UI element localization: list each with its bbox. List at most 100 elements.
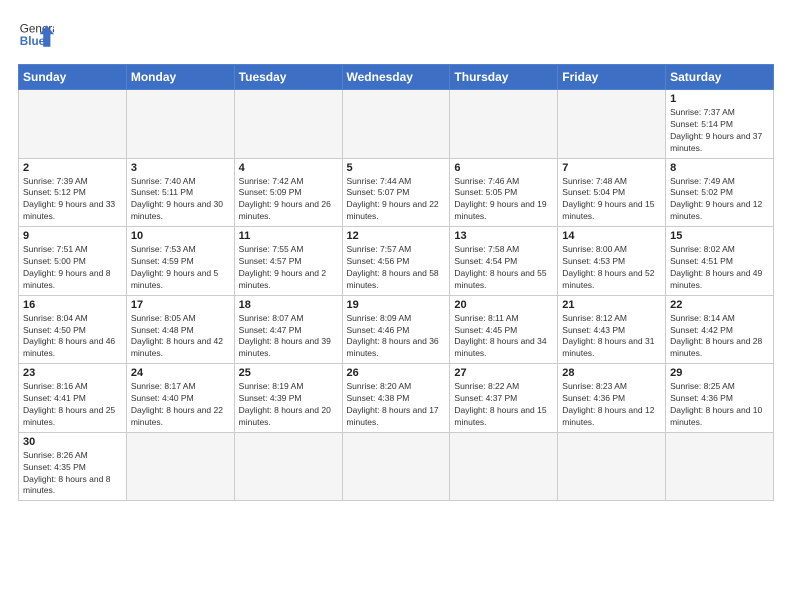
day-number: 14 (562, 230, 661, 242)
calendar-cell: 20 Sunrise: 8:11 AM Sunset: 4:45 PM Dayli… (450, 295, 558, 364)
calendar-cell: 25 Sunrise: 8:19 AM Sunset: 4:39 PM Dayli… (234, 364, 342, 433)
calendar-cell: 17 Sunrise: 8:05 AM Sunset: 4:48 PM Dayli… (126, 295, 234, 364)
calendar-cell: 24 Sunrise: 8:17 AM Sunset: 4:40 PM Dayli… (126, 364, 234, 433)
weekday-header-thursday: Thursday (450, 65, 558, 90)
calendar-cell (342, 432, 450, 501)
calendar-cell: 15 Sunrise: 8:02 AM Sunset: 4:51 PM Dayli… (666, 227, 774, 296)
day-info: Sunrise: 8:05 AM Sunset: 4:48 PM Dayligh… (131, 313, 230, 361)
day-info: Sunrise: 8:14 AM Sunset: 4:42 PM Dayligh… (670, 313, 769, 361)
day-info: Sunrise: 8:22 AM Sunset: 4:37 PM Dayligh… (454, 381, 553, 429)
day-number: 25 (239, 367, 338, 379)
calendar-week-row: 1 Sunrise: 7:37 AM Sunset: 5:14 PM Daylig… (19, 90, 774, 159)
calendar-cell: 29 Sunrise: 8:25 AM Sunset: 4:36 PM Dayli… (666, 364, 774, 433)
day-info: Sunrise: 7:57 AM Sunset: 4:56 PM Dayligh… (347, 244, 446, 292)
calendar-cell (450, 90, 558, 159)
day-info: Sunrise: 8:04 AM Sunset: 4:50 PM Dayligh… (23, 313, 122, 361)
day-number: 8 (670, 162, 769, 174)
logo: General Blue (18, 18, 54, 54)
day-number: 28 (562, 367, 661, 379)
calendar-cell: 4 Sunrise: 7:42 AM Sunset: 5:09 PM Daylig… (234, 158, 342, 227)
calendar-cell: 14 Sunrise: 8:00 AM Sunset: 4:53 PM Dayli… (558, 227, 666, 296)
page-header: General Blue (18, 18, 774, 54)
weekday-header-row: SundayMondayTuesdayWednesdayThursdayFrid… (19, 65, 774, 90)
day-info: Sunrise: 8:17 AM Sunset: 4:40 PM Dayligh… (131, 381, 230, 429)
calendar-cell: 30 Sunrise: 8:26 AM Sunset: 4:35 PM Dayli… (19, 432, 127, 501)
day-number: 30 (23, 436, 122, 448)
day-info: Sunrise: 7:40 AM Sunset: 5:11 PM Dayligh… (131, 176, 230, 224)
day-number: 13 (454, 230, 553, 242)
calendar-cell (558, 432, 666, 501)
day-info: Sunrise: 8:19 AM Sunset: 4:39 PM Dayligh… (239, 381, 338, 429)
calendar-cell (234, 90, 342, 159)
day-info: Sunrise: 8:11 AM Sunset: 4:45 PM Dayligh… (454, 313, 553, 361)
day-number: 16 (23, 299, 122, 311)
calendar-cell: 7 Sunrise: 7:48 AM Sunset: 5:04 PM Daylig… (558, 158, 666, 227)
day-number: 6 (454, 162, 553, 174)
calendar-cell: 21 Sunrise: 8:12 AM Sunset: 4:43 PM Dayli… (558, 295, 666, 364)
weekday-header-saturday: Saturday (666, 65, 774, 90)
calendar-week-row: 30 Sunrise: 8:26 AM Sunset: 4:35 PM Dayli… (19, 432, 774, 501)
calendar-cell (342, 90, 450, 159)
day-number: 4 (239, 162, 338, 174)
weekday-header-sunday: Sunday (19, 65, 127, 90)
day-info: Sunrise: 8:07 AM Sunset: 4:47 PM Dayligh… (239, 313, 338, 361)
calendar-cell: 2 Sunrise: 7:39 AM Sunset: 5:12 PM Daylig… (19, 158, 127, 227)
day-info: Sunrise: 7:39 AM Sunset: 5:12 PM Dayligh… (23, 176, 122, 224)
day-number: 1 (670, 93, 769, 105)
day-number: 9 (23, 230, 122, 242)
day-info: Sunrise: 8:16 AM Sunset: 4:41 PM Dayligh… (23, 381, 122, 429)
day-info: Sunrise: 8:20 AM Sunset: 4:38 PM Dayligh… (347, 381, 446, 429)
calendar-cell: 28 Sunrise: 8:23 AM Sunset: 4:36 PM Dayli… (558, 364, 666, 433)
day-number: 27 (454, 367, 553, 379)
weekday-header-wednesday: Wednesday (342, 65, 450, 90)
calendar-cell (666, 432, 774, 501)
day-number: 19 (347, 299, 446, 311)
day-number: 17 (131, 299, 230, 311)
calendar-cell (558, 90, 666, 159)
day-number: 12 (347, 230, 446, 242)
day-number: 26 (347, 367, 446, 379)
calendar-cell (126, 90, 234, 159)
day-info: Sunrise: 8:25 AM Sunset: 4:36 PM Dayligh… (670, 381, 769, 429)
calendar-cell: 5Sunrise: 7:44 AM Sunset: 5:07 PM Daylig… (342, 158, 450, 227)
calendar-cell: 6Sunrise: 7:46 AM Sunset: 5:05 PM Daylig… (450, 158, 558, 227)
calendar-cell: 26 Sunrise: 8:20 AM Sunset: 4:38 PM Dayli… (342, 364, 450, 433)
calendar-cell (126, 432, 234, 501)
day-number: 15 (670, 230, 769, 242)
day-info: Sunrise: 7:51 AM Sunset: 5:00 PM Dayligh… (23, 244, 122, 292)
calendar-cell: 3Sunrise: 7:40 AM Sunset: 5:11 PM Daylig… (126, 158, 234, 227)
day-number: 20 (454, 299, 553, 311)
day-info: Sunrise: 7:53 AM Sunset: 4:59 PM Dayligh… (131, 244, 230, 292)
day-number: 5 (347, 162, 446, 174)
calendar-cell: 16 Sunrise: 8:04 AM Sunset: 4:50 PM Dayli… (19, 295, 127, 364)
day-number: 21 (562, 299, 661, 311)
day-info: Sunrise: 8:26 AM Sunset: 4:35 PM Dayligh… (23, 450, 122, 498)
day-info: Sunrise: 7:49 AM Sunset: 5:02 PM Dayligh… (670, 176, 769, 224)
calendar-cell: 1 Sunrise: 7:37 AM Sunset: 5:14 PM Daylig… (666, 90, 774, 159)
calendar-cell: 23Sunrise: 8:16 AM Sunset: 4:41 PM Dayli… (19, 364, 127, 433)
calendar-cell: 11Sunrise: 7:55 AM Sunset: 4:57 PM Dayli… (234, 227, 342, 296)
calendar-cell: 8 Sunrise: 7:49 AM Sunset: 5:02 PM Daylig… (666, 158, 774, 227)
day-info: Sunrise: 7:55 AM Sunset: 4:57 PM Dayligh… (239, 244, 338, 292)
day-info: Sunrise: 7:48 AM Sunset: 5:04 PM Dayligh… (562, 176, 661, 224)
calendar-cell: 27 Sunrise: 8:22 AM Sunset: 4:37 PM Dayli… (450, 364, 558, 433)
day-info: Sunrise: 7:42 AM Sunset: 5:09 PM Dayligh… (239, 176, 338, 224)
day-number: 2 (23, 162, 122, 174)
weekday-header-tuesday: Tuesday (234, 65, 342, 90)
day-number: 24 (131, 367, 230, 379)
calendar-cell: 13Sunrise: 7:58 AM Sunset: 4:54 PM Dayli… (450, 227, 558, 296)
weekday-header-friday: Friday (558, 65, 666, 90)
day-info: Sunrise: 8:09 AM Sunset: 4:46 PM Dayligh… (347, 313, 446, 361)
svg-text:Blue: Blue (20, 35, 46, 48)
day-number: 18 (239, 299, 338, 311)
day-info: Sunrise: 8:00 AM Sunset: 4:53 PM Dayligh… (562, 244, 661, 292)
day-info: Sunrise: 8:23 AM Sunset: 4:36 PM Dayligh… (562, 381, 661, 429)
day-number: 7 (562, 162, 661, 174)
day-number: 29 (670, 367, 769, 379)
day-info: Sunrise: 7:37 AM Sunset: 5:14 PM Dayligh… (670, 107, 769, 155)
general-blue-logo-icon: General Blue (18, 18, 54, 54)
calendar-table: SundayMondayTuesdayWednesdayThursdayFrid… (18, 64, 774, 501)
calendar-week-row: 16 Sunrise: 8:04 AM Sunset: 4:50 PM Dayli… (19, 295, 774, 364)
day-info: Sunrise: 8:12 AM Sunset: 4:43 PM Dayligh… (562, 313, 661, 361)
day-info: Sunrise: 8:02 AM Sunset: 4:51 PM Dayligh… (670, 244, 769, 292)
